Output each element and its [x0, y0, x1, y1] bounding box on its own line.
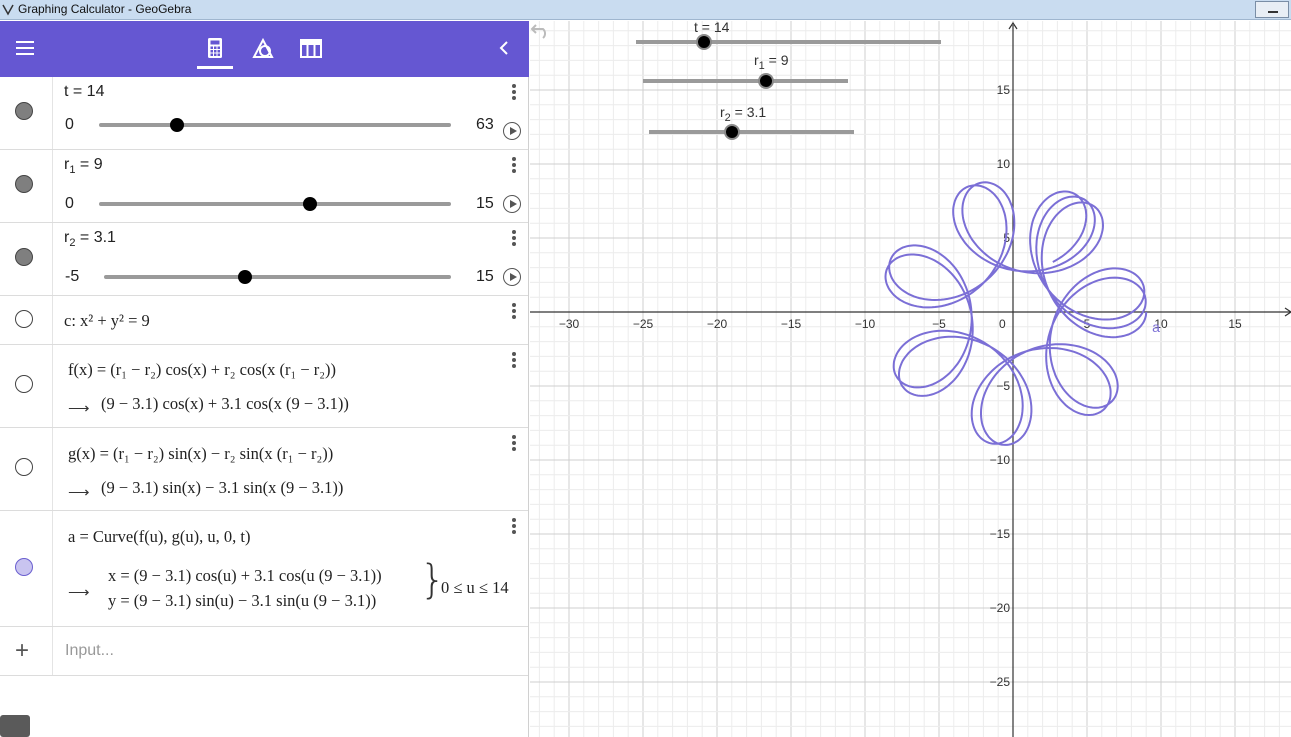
graphics-slider-track-r2[interactable]	[649, 130, 854, 134]
graphics-view[interactable]: −30 −25 −20 −15 −10 −5 0 5 10 15 15 10 5 −5 −10 −15 −20−…	[530, 21, 1291, 737]
y-tick-label: 15	[997, 83, 1011, 97]
curve-x-equation: x = (9 − 3.1) cos(u) + 3.1 cos(u (9 − 3.…	[108, 566, 382, 585]
output-arrow-icon: ⟶	[68, 584, 90, 601]
circle-definition[interactable]: c: x² + y² = 9	[64, 311, 150, 331]
g-definition[interactable]: g(x) = (r₁ − r₂) sin(x) − r₂ sin(x (r₁ −…	[68, 444, 333, 464]
graphics-slider-thumb-r1[interactable]	[758, 73, 774, 89]
active-tab-indicator	[197, 66, 233, 69]
slider-row-r1: r1 = 9 0 15	[0, 150, 528, 223]
visibility-toggle[interactable]	[15, 175, 33, 193]
more-options-icon[interactable]	[512, 435, 516, 453]
y-tick-label: 10	[997, 157, 1011, 171]
minimize-button[interactable]	[1255, 1, 1289, 18]
output-arrow-icon: ⟶	[68, 484, 90, 501]
slider-max: 63	[476, 116, 494, 133]
curve-row: a = Curve(f(u), g(u), u, 0, t) ⟶ x = (9 …	[0, 511, 528, 627]
visibility-toggle[interactable]	[15, 248, 33, 266]
table-icon[interactable]	[298, 35, 324, 61]
algebra-input[interactable]: Input...	[65, 642, 114, 660]
slider-thumb[interactable]	[237, 270, 252, 284]
more-options-icon[interactable]	[512, 230, 516, 248]
curve-definition[interactable]: a = Curve(f(u), g(u), u, 0, t)	[68, 527, 251, 547]
input-row: + Input...	[0, 627, 528, 676]
more-options-icon[interactable]	[512, 84, 516, 102]
slider-min: 0	[65, 195, 74, 212]
plus-icon[interactable]: +	[15, 637, 29, 665]
slider-track[interactable]	[99, 202, 451, 206]
geometry-icon[interactable]	[250, 35, 276, 61]
graphics-slider-thumb-t[interactable]	[695, 34, 712, 50]
more-options-icon[interactable]	[512, 303, 516, 321]
graphics-slider-label-r2: r2 = 3.1	[720, 104, 767, 124]
play-icon[interactable]	[503, 122, 521, 140]
graphics-slider-label-t: t = 14	[694, 21, 730, 35]
slider-row-r2: r2 = 3.1 -5 15	[0, 223, 528, 296]
visibility-toggle[interactable]	[15, 558, 33, 576]
x-tick-label: −25	[633, 317, 654, 331]
slider-min: -5	[65, 268, 80, 285]
x-tick-label: −10	[855, 317, 876, 331]
graphics-slider-label-r1: r1 = 9	[754, 52, 789, 72]
curve-label: a	[1152, 319, 1160, 335]
calculator-icon[interactable]	[202, 35, 228, 61]
y-tick-label: −25	[990, 675, 1011, 689]
chevron-left-icon[interactable]	[496, 39, 514, 57]
y-tick-label: −5	[996, 379, 1010, 393]
play-icon[interactable]	[503, 268, 521, 286]
x-tick-label: 0	[999, 317, 1006, 331]
more-options-icon[interactable]	[512, 157, 516, 175]
keyboard-icon[interactable]	[0, 715, 30, 737]
function-g-row: g(x) = (r₁ − r₂) sin(x) − r₂ sin(x (r₁ −…	[0, 428, 528, 511]
visibility-toggle[interactable]	[15, 310, 33, 328]
visibility-toggle[interactable]	[15, 375, 33, 393]
x-tick-label: −20	[707, 317, 728, 331]
visibility-toggle[interactable]	[15, 458, 33, 476]
algebra-panel: t = 14 0 63 r1 = 9 0 15 r2 = 3.1 -5 15 c…	[0, 21, 529, 737]
x-tick-label: 15	[1228, 317, 1242, 331]
x-tick-label: −15	[781, 317, 802, 331]
more-options-icon[interactable]	[512, 352, 516, 370]
graphics-slider-track-t[interactable]	[636, 40, 941, 44]
window-title: Graphing Calculator - GeoGebra	[18, 2, 192, 16]
graphics-slider-track-r1[interactable]	[643, 79, 848, 83]
slider-max: 15	[476, 268, 494, 285]
slider-min: 0	[65, 116, 74, 133]
window-titlebar: Graphing Calculator - GeoGebra	[0, 0, 1291, 20]
slider-label: r2 = 3.1	[64, 229, 116, 249]
graphics-canvas[interactable]: −30 −25 −20 −15 −10 −5 0 5 10 1515105−5−10−15−20−…	[530, 21, 1291, 737]
x-tick-label: −5	[932, 317, 946, 331]
x-tick-label: −30	[559, 317, 580, 331]
y-tick-label: −20	[990, 601, 1011, 615]
undo-icon[interactable]	[530, 21, 552, 39]
app-toolbar	[0, 21, 529, 77]
curve-y-equation: y = (9 − 3.1) sin(u) − 3.1 sin(u (9 − 3.…	[108, 591, 377, 610]
slider-label: r1 = 9	[64, 156, 103, 176]
graphics-slider-thumb-r2[interactable]	[724, 124, 741, 140]
function-f-row: f(x) = (r₁ − r₂) cos(x) + r₂ cos(x (r₁ −…	[0, 345, 528, 428]
slider-track[interactable]	[99, 123, 451, 127]
slider-label: t = 14	[64, 83, 105, 100]
slider-thumb[interactable]	[303, 197, 318, 211]
y-tick-label: −15	[990, 527, 1011, 541]
geogebra-app-icon	[2, 4, 14, 16]
f-definition[interactable]: f(x) = (r₁ − r₂) cos(x) + r₂ cos(x (r₁ −…	[68, 360, 336, 380]
play-icon[interactable]	[503, 195, 521, 213]
output-arrow-icon: ⟶	[68, 400, 90, 417]
more-options-icon[interactable]	[512, 518, 516, 536]
g-value: (9 − 3.1) sin(x) − 3.1 sin(x (9 − 3.1))	[101, 478, 344, 497]
curve-parameter-range: 0 ≤ u ≤ 14	[441, 578, 509, 597]
slider-max: 15	[476, 195, 494, 212]
f-value: (9 − 3.1) cos(x) + 3.1 cos(x (9 − 3.1))	[101, 394, 349, 413]
circle-row: c: x² + y² = 9	[0, 296, 528, 345]
slider-thumb[interactable]	[170, 118, 185, 132]
y-tick-label: −10	[990, 453, 1011, 467]
visibility-toggle[interactable]	[15, 102, 33, 120]
slider-track[interactable]	[104, 275, 451, 279]
menu-icon[interactable]	[16, 41, 34, 55]
slider-row-t: t = 14 0 63	[0, 77, 528, 150]
